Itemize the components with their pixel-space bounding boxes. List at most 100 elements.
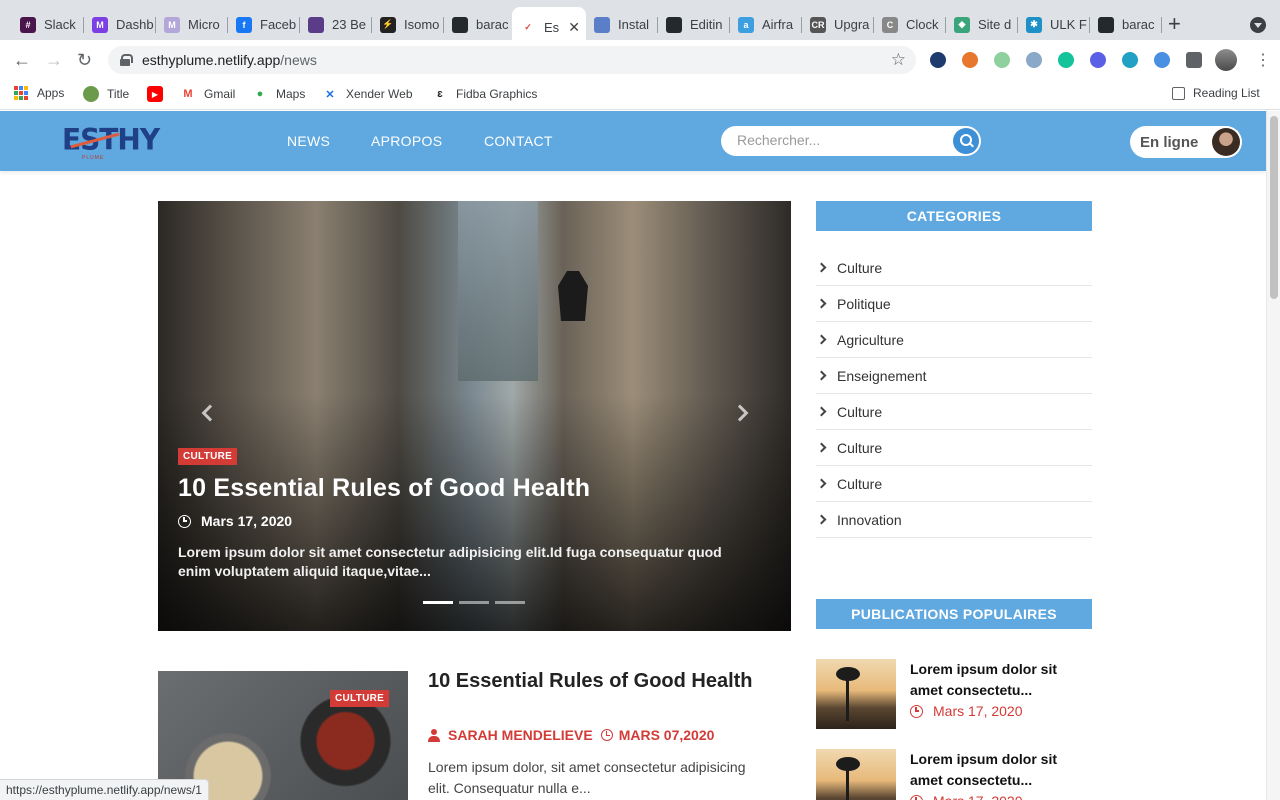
category-item[interactable]: Politique: [816, 286, 1092, 322]
menu-kebab-icon[interactable]: ⋮: [1255, 50, 1271, 70]
nav-contact[interactable]: CONTACT: [484, 133, 553, 149]
browser-tab[interactable]: ◆ Site d: [946, 9, 1018, 40]
browser-tab[interactable]: Editin: [658, 9, 730, 40]
category-item[interactable]: Innovation: [816, 502, 1092, 538]
logo-text: ESTHY: [62, 122, 160, 157]
popular-post[interactable]: Lorem ipsum dolor sit amet consectetu...…: [816, 659, 1092, 729]
address-bar[interactable]: esthyplume.netlify.app/news ☆: [108, 46, 916, 74]
hero-carousel[interactable]: CULTURE 10 Essential Rules of Good Healt…: [158, 201, 791, 631]
back-icon[interactable]: ←: [13, 50, 31, 70]
tab-favicon-icon: M: [92, 16, 108, 33]
search-icon[interactable]: [953, 128, 979, 154]
bookmark-apps[interactable]: Apps: [14, 86, 64, 100]
close-tab-icon[interactable]: ✕: [568, 19, 580, 36]
extension-green-icon[interactable]: [994, 52, 1010, 68]
category-item[interactable]: Culture: [816, 466, 1092, 502]
extensions-puzzle-icon[interactable]: [1186, 52, 1202, 68]
tab-label: Slack: [44, 17, 76, 32]
carousel-indicator[interactable]: [459, 601, 489, 604]
bookmark-star-icon[interactable]: ☆: [891, 50, 906, 70]
hero-title[interactable]: 10 Essential Rules of Good Health: [178, 474, 590, 503]
hero-category-badge[interactable]: CULTURE: [178, 448, 238, 465]
chevron-right-icon: [816, 406, 827, 417]
tab-favicon-icon: CR: [810, 16, 826, 33]
post-date: MARS 07,2020: [618, 727, 715, 743]
tab-label: ULK F: [1050, 17, 1087, 32]
browser-tab[interactable]: ✱ ULK F: [1018, 9, 1090, 40]
extension-kite-icon[interactable]: [1122, 52, 1138, 68]
site-logo[interactable]: ESTHY PLUME: [62, 122, 160, 161]
browser-tab[interactable]: a Airfra: [730, 9, 802, 40]
popular-post-title[interactable]: Lorem ipsum dolor sit amet consectetu...: [910, 659, 1090, 701]
scrollbar-thumb[interactable]: [1270, 116, 1278, 299]
nav-news[interactable]: NEWS: [287, 133, 330, 149]
post-category-badge[interactable]: CULTURE: [330, 690, 390, 707]
chevron-right-icon: [816, 298, 827, 309]
browser-tab[interactable]: 23 Be: [300, 9, 372, 40]
forward-icon[interactable]: →: [45, 50, 63, 70]
browser-tab[interactable]: M Micro: [156, 9, 228, 40]
bookmark-maps[interactable]: ● Maps: [252, 86, 306, 102]
browser-tab[interactable]: f Faceb: [228, 9, 300, 40]
browser-tab[interactable]: barac: [444, 9, 512, 40]
popular-post-thumbnail[interactable]: [816, 749, 896, 800]
tab-favicon-icon: [666, 16, 682, 33]
carousel-indicator[interactable]: [495, 601, 525, 604]
reload-icon[interactable]: ↻: [77, 50, 92, 70]
tab-favicon-icon: C: [882, 16, 898, 33]
bookmark-youtube[interactable]: ▶: [147, 86, 171, 102]
grammarly-icon[interactable]: [1058, 52, 1074, 68]
extension-orange-icon[interactable]: [962, 52, 978, 68]
site-header: ESTHY PLUME NEWS APROPOS CONTACT En lign…: [0, 111, 1266, 171]
online-status-button[interactable]: En ligne: [1130, 126, 1242, 158]
reading-list[interactable]: Reading List: [1172, 86, 1260, 100]
reading-list-label: Reading List: [1193, 86, 1260, 100]
bookmarks-bar: Apps Title ▶ M Gmail ● Maps ✕ Xender Web…: [0, 80, 1280, 110]
extension-react-icon[interactable]: [930, 52, 946, 68]
category-item[interactable]: Culture: [816, 430, 1092, 466]
bookmark-gmail[interactable]: M Gmail: [180, 86, 235, 102]
tab-label: Clock: [906, 17, 939, 32]
bookmark-label: Fidba Graphics: [456, 87, 538, 101]
carousel-indicator[interactable]: [423, 601, 453, 604]
tab-favicon-icon: [1098, 16, 1114, 33]
popular-post-thumbnail[interactable]: [816, 659, 896, 729]
browser-tab[interactable]: barac: [1090, 9, 1162, 40]
post-author[interactable]: SARAH MENDELIEVE: [448, 727, 593, 743]
browser-tab[interactable]: M Dashb: [84, 9, 156, 40]
url-path: /news: [280, 52, 317, 68]
popular-post-date-text: Mars 17, 2020: [933, 793, 1023, 800]
category-item[interactable]: Enseignement: [816, 358, 1092, 394]
browser-tab[interactable]: C Clock: [874, 9, 946, 40]
bookmark-xender[interactable]: ✕ Xender Web: [322, 86, 412, 102]
lock-icon[interactable]: [120, 54, 133, 66]
nav-apropos[interactable]: APROPOS: [371, 133, 442, 149]
profile-avatar[interactable]: [1215, 49, 1237, 71]
extension-blue-icon[interactable]: [1026, 52, 1042, 68]
clock-icon: [910, 794, 923, 800]
bookmark-title[interactable]: Title: [83, 86, 129, 102]
popular-post-title[interactable]: Lorem ipsum dolor sit amet consectetu...: [910, 749, 1090, 791]
category-item[interactable]: Culture: [816, 250, 1092, 286]
tab-favicon-icon: ◆: [954, 16, 970, 33]
post-title[interactable]: 10 Essential Rules of Good Health: [428, 671, 768, 691]
category-item[interactable]: Agriculture: [816, 322, 1092, 358]
browser-tab[interactable]: # Slack: [12, 9, 84, 40]
extension-purple-icon[interactable]: [1090, 52, 1106, 68]
browser-tab[interactable]: CR Upgra: [802, 9, 874, 40]
extension-drop-icon[interactable]: [1154, 52, 1170, 68]
bookmark-label: Maps: [276, 87, 306, 101]
page-scrollbar[interactable]: [1266, 111, 1280, 800]
browser-tab[interactable]: ⚡ Isomo: [372, 9, 444, 40]
categories-list: Culture Politique Agriculture Enseignement C…: [816, 250, 1092, 538]
tab-search-icon[interactable]: [1250, 17, 1266, 33]
popular-post[interactable]: Lorem ipsum dolor sit amet consectetu...…: [816, 749, 1092, 800]
chevron-right-icon: [816, 478, 827, 489]
browser-tab[interactable]: Instal: [586, 9, 658, 40]
category-item[interactable]: Culture: [816, 394, 1092, 430]
bookmark-fidba[interactable]: ɛ Fidba Graphics: [432, 86, 537, 102]
new-tab-icon[interactable]: +: [1168, 13, 1181, 35]
user-avatar[interactable]: [1212, 128, 1240, 156]
url-host: esthyplume.netlify.app: [142, 52, 281, 68]
search-input[interactable]: [737, 132, 937, 148]
